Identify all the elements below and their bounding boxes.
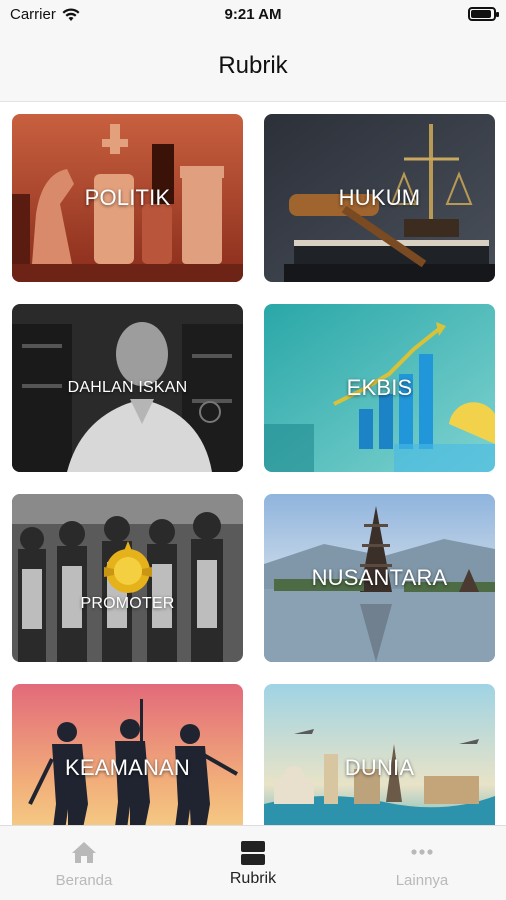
rubrik-icon (241, 841, 265, 865)
category-card-dunia[interactable]: DUNIA (264, 684, 495, 825)
category-card-ekbis[interactable]: EKBIS (264, 304, 495, 472)
category-label: DUNIA (344, 755, 415, 780)
tab-bar: Beranda Rubrik Lainnya (0, 825, 506, 900)
status-time: 9:21 AM (224, 6, 282, 23)
more-icon (411, 849, 433, 855)
category-label: HUKUM (338, 185, 421, 210)
tab-lainnya[interactable]: Lainnya (338, 826, 506, 900)
category-card-politik[interactable]: POLITIK (12, 114, 243, 282)
category-card-dahlan-iskan[interactable]: DAHLAN ISKAN (12, 304, 243, 472)
home-icon (72, 842, 96, 863)
battery-icon (468, 7, 499, 21)
category-card-keamanan[interactable]: KEAMANAN (12, 684, 243, 825)
tab-label: Beranda (55, 872, 113, 889)
category-label: KEAMANAN (64, 755, 191, 780)
tab-label: Lainnya (395, 872, 449, 889)
category-label: PROMOTER (80, 595, 175, 612)
category-label: EKBIS (346, 375, 413, 400)
category-card-nusantara[interactable]: NUSANTARA (264, 494, 495, 662)
tab-label: Rubrik (229, 870, 277, 887)
category-label: DAHLAN ISKAN (67, 379, 188, 396)
navigation-bar: Rubrik (0, 30, 506, 102)
tab-beranda[interactable]: Beranda (0, 826, 168, 900)
battery-fill (471, 10, 491, 18)
category-grid[interactable]: POLITIK HUKUM DAHLAN ISKAN EKBIS PROMOTE… (0, 103, 506, 825)
category-card-promoter[interactable]: PROMOTER (12, 494, 243, 662)
page-title: Rubrik (218, 52, 288, 79)
tab-rubrik[interactable]: Rubrik (169, 826, 337, 900)
category-card-hukum[interactable]: HUKUM (264, 114, 495, 282)
status-bar: Carrier 9:21 AM (0, 0, 506, 30)
category-label: NUSANTARA (311, 565, 448, 590)
category-label: POLITIK (84, 185, 171, 210)
